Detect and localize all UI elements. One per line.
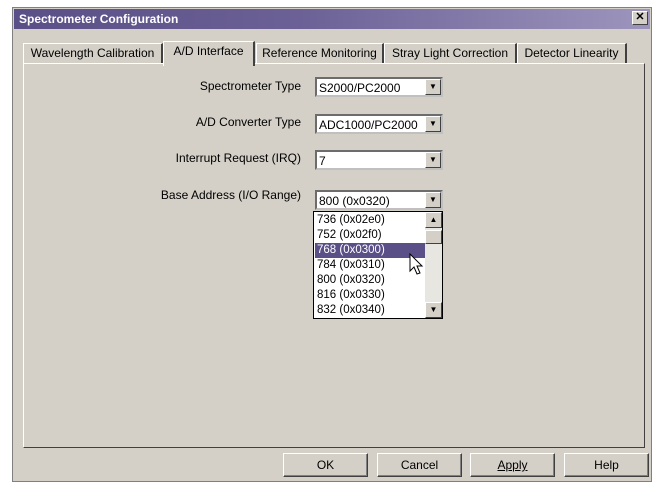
list-item[interactable]: 816 (0x0330) xyxy=(315,288,425,303)
tab-detector-linearity[interactable]: Detector Linearity xyxy=(517,43,627,63)
tab-reference-monitoring[interactable]: Reference Monitoring xyxy=(256,43,384,63)
help-button[interactable]: Help xyxy=(564,453,649,477)
apply-label: Apply xyxy=(497,458,528,472)
title-bar[interactable]: Spectrometer Configuration ✕ xyxy=(14,9,650,29)
close-button[interactable]: ✕ xyxy=(632,11,648,25)
window-title: Spectrometer Configuration xyxy=(19,12,179,26)
spectrometer-config-dialog: Spectrometer Configuration ✕ Wavelength … xyxy=(12,7,652,482)
cancel-label: Cancel xyxy=(400,458,439,472)
close-icon: ✕ xyxy=(635,11,645,23)
scroll-up-icon[interactable]: ▲ xyxy=(425,212,442,228)
cancel-button[interactable]: Cancel xyxy=(377,453,462,477)
help-label: Help xyxy=(594,458,619,472)
list-item[interactable]: 832 (0x0340) xyxy=(315,303,425,318)
scroll-thumb[interactable] xyxy=(425,230,442,244)
list-item[interactable]: 752 (0x02f0) xyxy=(315,228,425,243)
list-item[interactable]: 736 (0x02e0) xyxy=(315,213,425,228)
ok-label: OK xyxy=(316,458,335,472)
tab-wavelength-calibration[interactable]: Wavelength Calibration xyxy=(23,43,163,63)
dropdown-scrollbar[interactable]: ▲ ▼ xyxy=(425,212,442,318)
tab-label: Detector Linearity xyxy=(524,46,619,60)
apply-button[interactable]: Apply xyxy=(470,453,555,477)
tab-stray-light-correction[interactable]: Stray Light Correction xyxy=(384,43,517,63)
tab-label: Stray Light Correction xyxy=(391,46,509,60)
ok-button[interactable]: OK xyxy=(283,453,368,477)
tab-label: A/D Interface xyxy=(173,44,244,58)
tab-label: Wavelength Calibration xyxy=(30,46,155,60)
mouse-cursor-icon xyxy=(409,253,424,275)
tab-ad-interface[interactable]: A/D Interface xyxy=(163,41,255,66)
tab-label: Reference Monitoring xyxy=(262,46,377,60)
scroll-down-icon[interactable]: ▼ xyxy=(425,302,442,318)
